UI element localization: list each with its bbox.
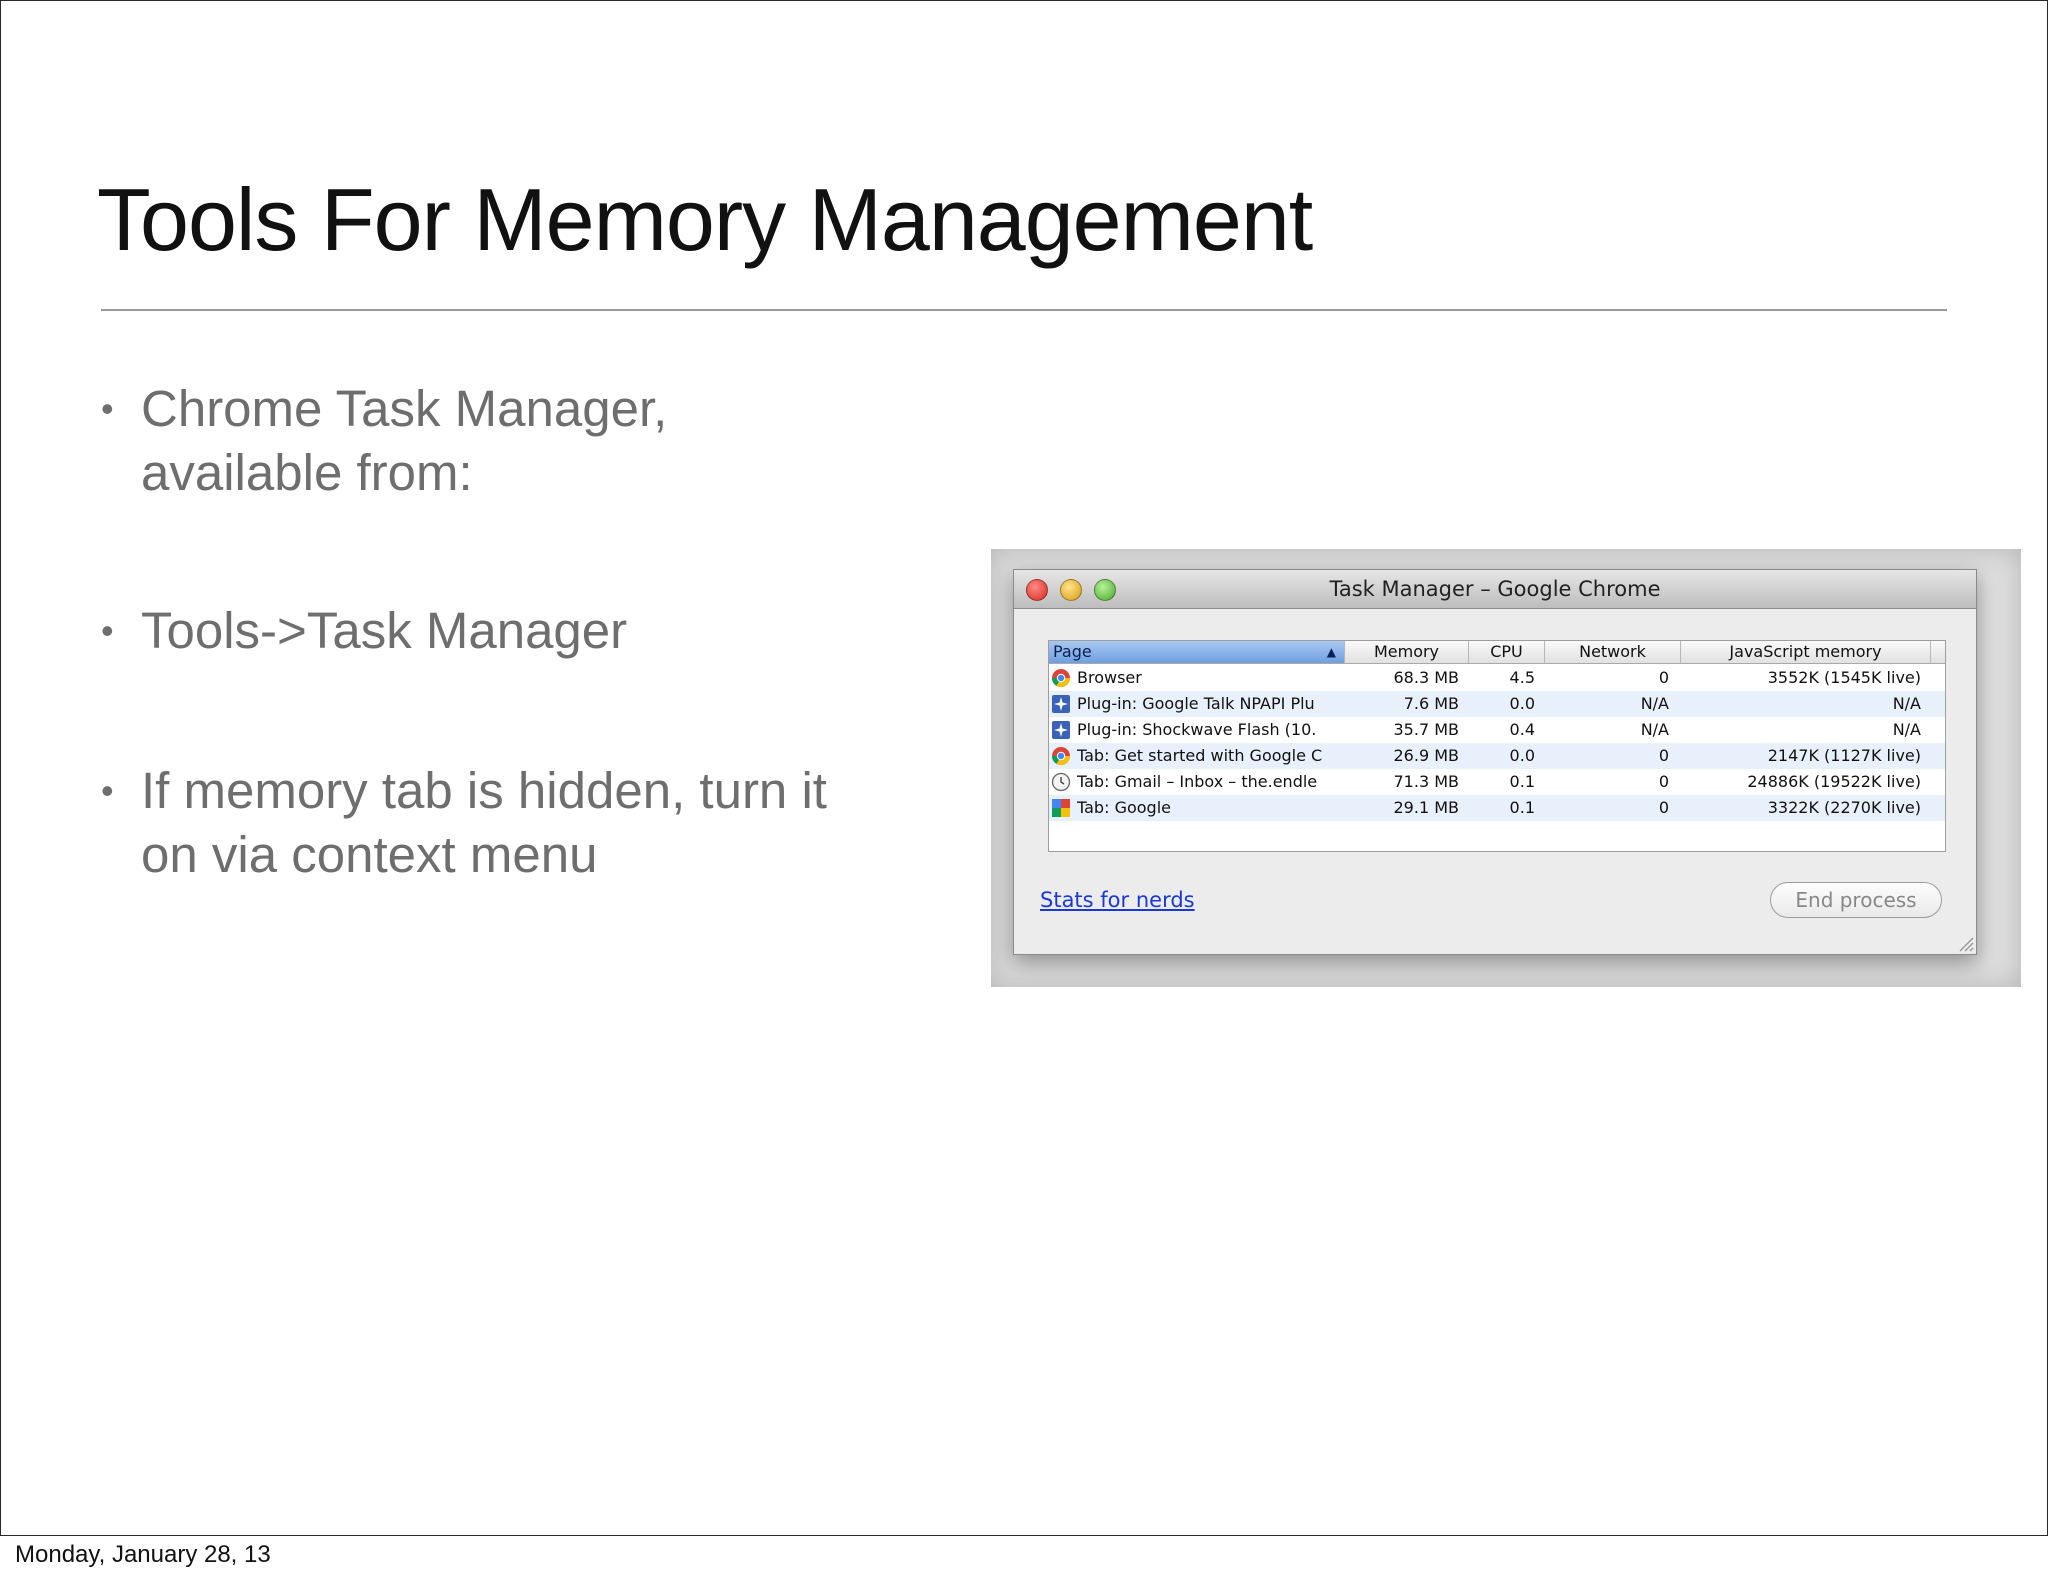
cell-network: N/A <box>1640 694 1669 713</box>
task-manager-screenshot: Task Manager – Google Chrome Page ▲ Memo… <box>991 549 2021 987</box>
cell-network: 0 <box>1658 798 1669 817</box>
resize-grip-icon[interactable] <box>1956 934 1974 952</box>
column-header-network[interactable]: Network <box>1545 641 1681 663</box>
cell-network: 0 <box>1658 772 1669 791</box>
google-icon <box>1051 798 1071 818</box>
footer-date: Monday, January 28, 13 <box>15 1541 271 1568</box>
cell-js-memory: 2147K (1127K live) <box>1767 746 1921 765</box>
bullet-dot: • <box>101 610 114 651</box>
cell-memory: 26.9 MB <box>1393 746 1460 765</box>
stats-for-nerds-link[interactable]: Stats for nerds <box>1040 888 1195 912</box>
end-process-button[interactable]: End process <box>1770 882 1942 918</box>
cell-page: Tab: Get started with Google C <box>1077 746 1323 765</box>
bullet-dot: • <box>101 388 114 429</box>
clock-icon <box>1051 772 1071 792</box>
cell-cpu: 0.1 <box>1509 772 1535 791</box>
cell-network: N/A <box>1640 720 1669 739</box>
cell-cpu: 4.5 <box>1509 668 1535 687</box>
cell-page: Tab: Gmail – Inbox – the.endle <box>1077 772 1318 791</box>
cell-js-memory: 3322K (2270K live) <box>1767 798 1921 817</box>
cell-page: Plug-in: Google Talk NPAPI Plu <box>1077 694 1315 713</box>
cell-page: Tab: Google <box>1077 798 1171 817</box>
bullet-1-line-1: Chrome Task Manager, <box>141 380 668 437</box>
bullet-dot: • <box>101 770 114 811</box>
cell-cpu: 0.1 <box>1509 798 1535 817</box>
window-titlebar[interactable]: Task Manager – Google Chrome <box>1014 570 1976 609</box>
chrome-icon <box>1051 746 1071 766</box>
bullet-2-line-1: Tools->Task Manager <box>141 602 628 659</box>
table-row[interactable]: Browser 68.3 MB 4.5 0 3552K (1545K live) <box>1049 665 1945 691</box>
table-row[interactable]: Plug-in: Shockwave Flash (10. 35.7 MB 0.4 N… <box>1049 717 1945 743</box>
cell-page: Plug-in: Shockwave Flash (10. <box>1077 720 1317 739</box>
bullet-3-line-1: If memory tab is hidden, turn it <box>141 762 827 819</box>
table-row[interactable]: Plug-in: Google Talk NPAPI Plu 7.6 MB 0.0 N… <box>1049 691 1945 717</box>
slide: Tools For Memory Management • Chrome Tas… <box>0 0 2048 1568</box>
cell-memory: 7.6 MB <box>1403 694 1459 713</box>
cell-cpu: 0.4 <box>1509 720 1535 739</box>
title-divider <box>101 309 1947 311</box>
cell-js-memory: 3552K (1545K live) <box>1767 668 1921 687</box>
chrome-icon <box>1051 668 1071 688</box>
cell-js-memory: N/A <box>1892 720 1921 739</box>
window-title: Task Manager – Google Chrome <box>1329 577 1661 601</box>
cell-page: Browser <box>1077 668 1142 687</box>
table-row[interactable]: Tab: Google 29.1 MB 0.1 0 3322K (2270K live) <box>1049 795 1945 821</box>
cell-cpu: 0.0 <box>1509 694 1535 713</box>
plugin-icon <box>1051 694 1071 714</box>
cell-js-memory: N/A <box>1892 694 1921 713</box>
cell-network: 0 <box>1658 668 1669 687</box>
cell-network: 0 <box>1658 746 1669 765</box>
table-row[interactable]: Tab: Get started with Google C 26.9 MB 0.0… <box>1049 743 1945 769</box>
column-header-js-memory[interactable]: JavaScript memory <box>1681 641 1931 663</box>
table-row[interactable]: Tab: Gmail – Inbox – the.endle 71.3 MB 0.1… <box>1049 769 1945 795</box>
plugin-icon <box>1051 720 1071 740</box>
cell-memory: 35.7 MB <box>1393 720 1460 739</box>
cell-js-memory: 24886K (19522K live) <box>1747 772 1921 791</box>
task-manager-window: Task Manager – Google Chrome Page ▲ Memo… <box>1013 569 1977 955</box>
bullet-1-line-2: available from: <box>141 444 473 501</box>
column-header-cpu[interactable]: CPU <box>1469 641 1545 663</box>
slide-title: Tools For Memory Management <box>97 170 1313 269</box>
column-header-page[interactable]: Page ▲ <box>1049 641 1345 663</box>
cell-memory: 68.3 MB <box>1393 668 1460 687</box>
sort-ascending-icon: ▲ <box>1326 645 1336 659</box>
cell-memory: 29.1 MB <box>1393 798 1460 817</box>
bullet-3-line-2: on via context menu <box>141 826 598 883</box>
cell-cpu: 0.0 <box>1509 746 1535 765</box>
cell-memory: 71.3 MB <box>1393 772 1460 791</box>
column-header-memory[interactable]: Memory <box>1345 641 1469 663</box>
table-header: Page ▲ Memory CPU Network JavaScript mem… <box>1049 641 1945 664</box>
process-table[interactable]: Page ▲ Memory CPU Network JavaScript mem… <box>1048 640 1946 852</box>
